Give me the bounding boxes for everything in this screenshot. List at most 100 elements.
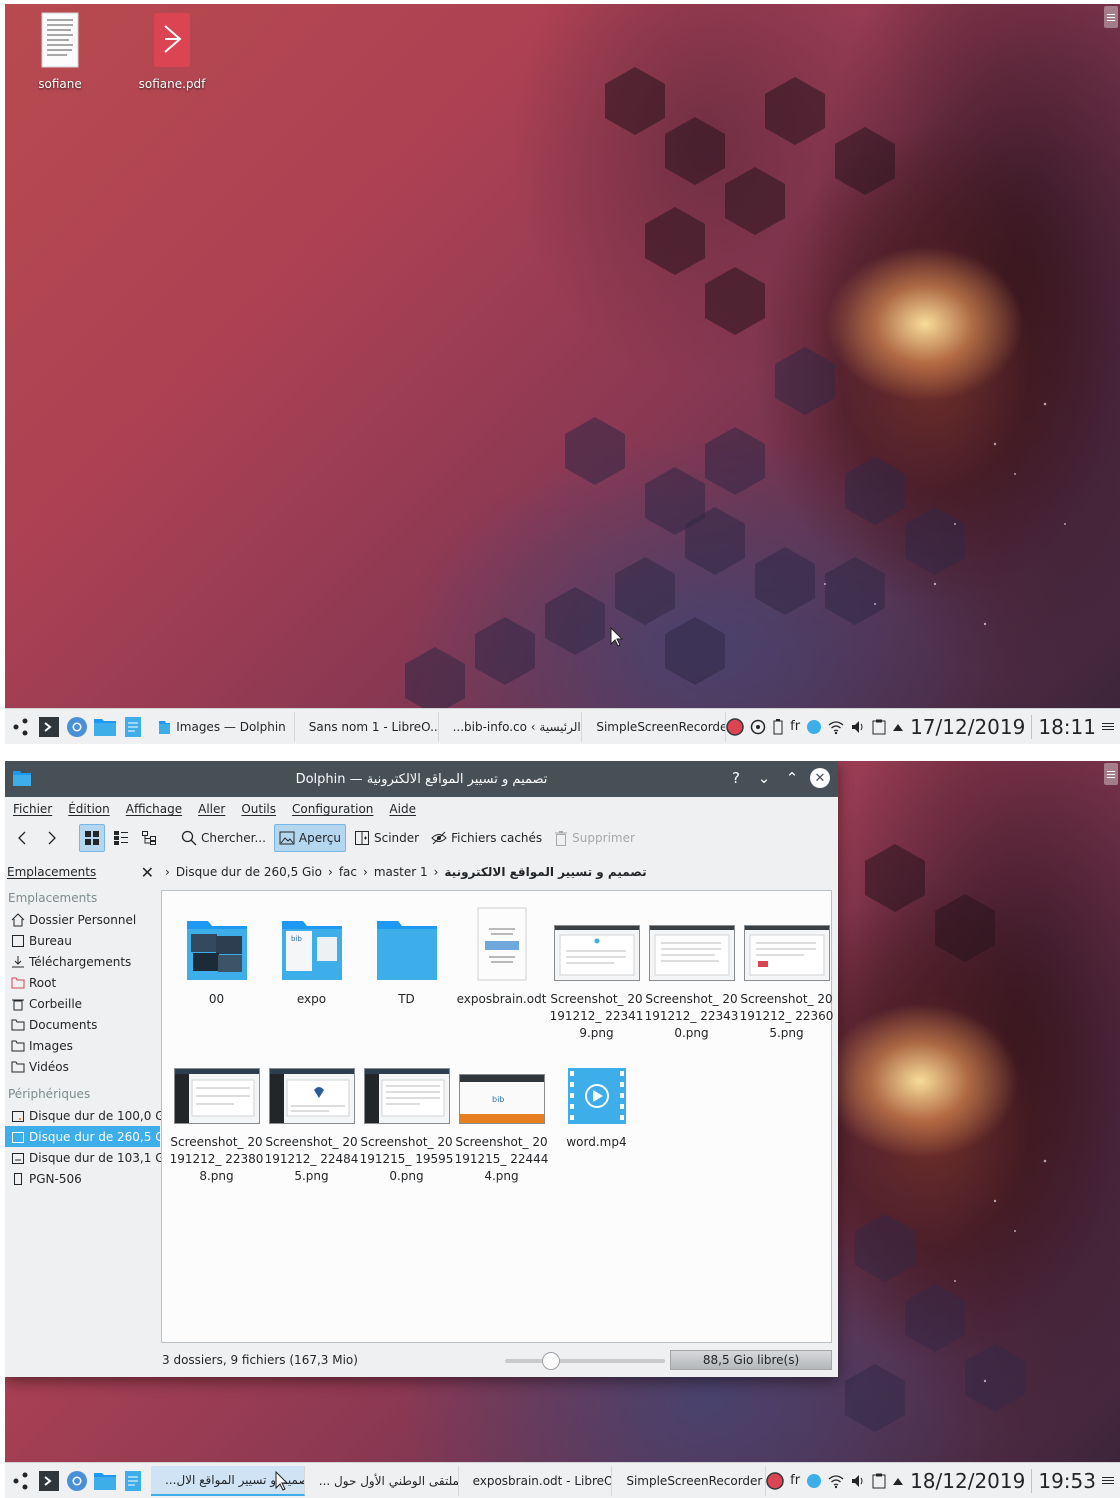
place-root[interactable]: Root <box>5 972 160 993</box>
minimize-button[interactable]: ⌄ <box>754 768 774 788</box>
tray-expand-icon[interactable] <box>892 1476 904 1486</box>
icons-view-button[interactable] <box>79 824 105 852</box>
split-button[interactable]: Scinder <box>350 824 423 852</box>
keyboard-layout[interactable]: fr <box>790 719 800 734</box>
folder-icon[interactable] <box>93 715 117 739</box>
app-launcher-icon[interactable] <box>9 715 33 739</box>
volume-icon[interactable] <box>850 1473 866 1489</box>
close-button[interactable]: ✕ <box>810 768 830 788</box>
chevron-right-icon[interactable]: › <box>363 865 368 879</box>
task-browser[interactable]: ...bib-info.co ‹ الرئيسية <box>439 711 583 742</box>
place-desktop[interactable]: Bureau <box>5 930 160 951</box>
battery-icon[interactable] <box>772 718 784 735</box>
menu-configuration[interactable]: Configuration <box>292 802 373 816</box>
chevron-right-icon[interactable]: › <box>328 865 333 879</box>
record-icon[interactable] <box>726 717 744 736</box>
folder-icon[interactable] <box>93 1469 117 1493</box>
place-home[interactable]: Dossier Personnel <box>5 909 160 930</box>
file-item-screenshot-223605[interactable]: Screenshot_ 20191212_ 223605.png <box>739 901 834 1042</box>
terminal-icon[interactable] <box>37 1469 61 1493</box>
settings-tray-icon[interactable] <box>750 719 766 735</box>
bluetooth-icon[interactable] <box>806 1473 822 1489</box>
place-downloads[interactable]: Téléchargements <box>5 951 160 972</box>
chromium-icon[interactable] <box>65 715 89 739</box>
zoom-slider-handle[interactable] <box>542 1352 560 1370</box>
task-libreoffice[interactable]: exposbrain.odt - LibreO... <box>459 1465 613 1496</box>
file-item-00[interactable]: 00 <box>169 901 264 1008</box>
clipboard-icon[interactable] <box>872 1473 886 1489</box>
hidden-files-button[interactable]: Fichiers cachés <box>427 824 546 852</box>
app-launcher-icon[interactable] <box>9 1469 33 1493</box>
close-panel-icon[interactable]: ✕ <box>141 863 154 882</box>
terminal-icon[interactable] <box>37 715 61 739</box>
file-item-odt[interactable]: exposbrain.odt <box>454 901 549 1008</box>
desktop-toolbox-button[interactable] <box>1104 763 1118 785</box>
window-titlebar[interactable]: Dolphin — تصميم و تسيير المواقع الالكترو… <box>5 761 838 797</box>
back-button[interactable] <box>11 824 35 852</box>
volume-icon[interactable] <box>850 719 866 735</box>
keyboard-layout[interactable]: fr <box>790 1473 800 1488</box>
place-images[interactable]: Images <box>5 1035 160 1056</box>
menu-aller[interactable]: Aller <box>198 802 225 816</box>
clock-date[interactable]: 17/12/2019 <box>910 715 1025 739</box>
clock-date[interactable]: 18/12/2019 <box>910 1469 1025 1493</box>
panel-menu-icon[interactable] <box>1102 1475 1116 1487</box>
menu-fichier[interactable]: Fichier <box>13 802 52 816</box>
breadcrumb-item-master[interactable]: master 1 <box>374 865 428 879</box>
place-videos[interactable]: Vidéos <box>5 1056 160 1077</box>
writer-icon[interactable] <box>121 715 145 739</box>
task-screenrecorder[interactable]: SimpleScreenRecorder <box>582 711 727 742</box>
tray-expand-icon[interactable] <box>892 722 904 732</box>
bluetooth-icon[interactable] <box>806 719 822 735</box>
device-drive-103[interactable]: Disque dur de 103,1 Gio <box>5 1147 175 1168</box>
zoom-slider[interactable] <box>505 1359 665 1363</box>
file-item-td[interactable]: TD <box>359 901 454 1008</box>
breadcrumb-item-current[interactable]: تصميم و تسيير المواقع الالكترونية <box>444 865 646 879</box>
record-icon[interactable] <box>766 1471 784 1490</box>
file-item-screenshot-223419[interactable]: Screenshot_ 20191212_ 223419.png <box>549 901 644 1042</box>
writer-icon[interactable] <box>121 1469 145 1493</box>
task-screenrecorder[interactable]: SimpleScreenRecorder <box>612 1465 767 1496</box>
desktop-icon-sofiane[interactable]: sofiane <box>15 12 105 91</box>
file-item-screenshot-224444[interactable]: bib Screenshot_ 20191215_ 224444.png <box>454 1044 549 1185</box>
clock-time[interactable]: 19:53 <box>1038 1469 1096 1493</box>
preview-button[interactable]: Aperçu <box>273 824 346 852</box>
file-item-screenshot-223430[interactable]: Screenshot_ 20191212_ 223430.png <box>644 901 739 1042</box>
free-space-bar[interactable]: 88,5 Gio libre(s) <box>670 1350 832 1370</box>
desktop-toolbox-button[interactable] <box>1104 6 1118 28</box>
details-view-button[interactable] <box>137 824 161 852</box>
forward-button[interactable] <box>39 824 63 852</box>
menu-outils[interactable]: Outils <box>241 802 276 816</box>
device-drive-100[interactable]: Disque dur de 100,0 Gio <box>5 1105 175 1126</box>
file-item-screenshot-223808[interactable]: Screenshot_ 20191212_ 223808.png <box>169 1044 264 1185</box>
compact-view-button[interactable] <box>109 824 133 852</box>
chevron-right-icon[interactable]: › <box>434 865 439 879</box>
delete-button[interactable]: Supprimer <box>550 824 639 852</box>
chromium-icon[interactable] <box>65 1469 89 1493</box>
device-phone[interactable]: PGN-506 <box>5 1168 160 1189</box>
panel-menu-icon[interactable] <box>1102 721 1116 733</box>
maximize-button[interactable]: ⌃ <box>782 768 802 788</box>
clipboard-icon[interactable] <box>872 719 886 735</box>
device-drive-260[interactable]: Disque dur de 260,5 Gio <box>5 1126 175 1147</box>
file-view[interactable]: 00 bib expo TD exposbrain.odt Screenshot… <box>161 890 834 1343</box>
help-button[interactable]: ? <box>726 768 746 788</box>
file-item-video[interactable]: word.mp4 <box>549 1044 644 1151</box>
file-item-screenshot-224845[interactable]: Screenshot_ 20191212_ 224845.png <box>264 1044 359 1185</box>
place-trash[interactable]: Corbeille <box>5 993 160 1014</box>
search-button[interactable]: Chercher... <box>177 824 270 852</box>
wifi-icon[interactable] <box>828 1473 844 1489</box>
task-dolphin[interactable]: Images — Dolphin <box>151 711 295 742</box>
task-firefox[interactable]: ... الملتقى الوطني الأول حول <box>305 1465 459 1496</box>
chevron-right-icon[interactable]: › <box>165 865 170 879</box>
wifi-icon[interactable] <box>828 719 844 735</box>
dolphin-app-icon[interactable] <box>13 770 31 786</box>
task-libreoffice[interactable]: Sans nom 1 - LibreO... <box>295 711 439 742</box>
file-item-expo[interactable]: bib expo <box>264 901 359 1008</box>
menu-affichage[interactable]: Affichage <box>126 802 182 816</box>
desktop-icon-sofiane-pdf[interactable]: sofiane.pdf <box>127 12 217 91</box>
place-documents[interactable]: Documents <box>5 1014 160 1035</box>
breadcrumb-item-fac[interactable]: fac <box>339 865 357 879</box>
clock-time[interactable]: 18:11 <box>1038 715 1096 739</box>
menu-edition[interactable]: Édition <box>68 802 110 816</box>
